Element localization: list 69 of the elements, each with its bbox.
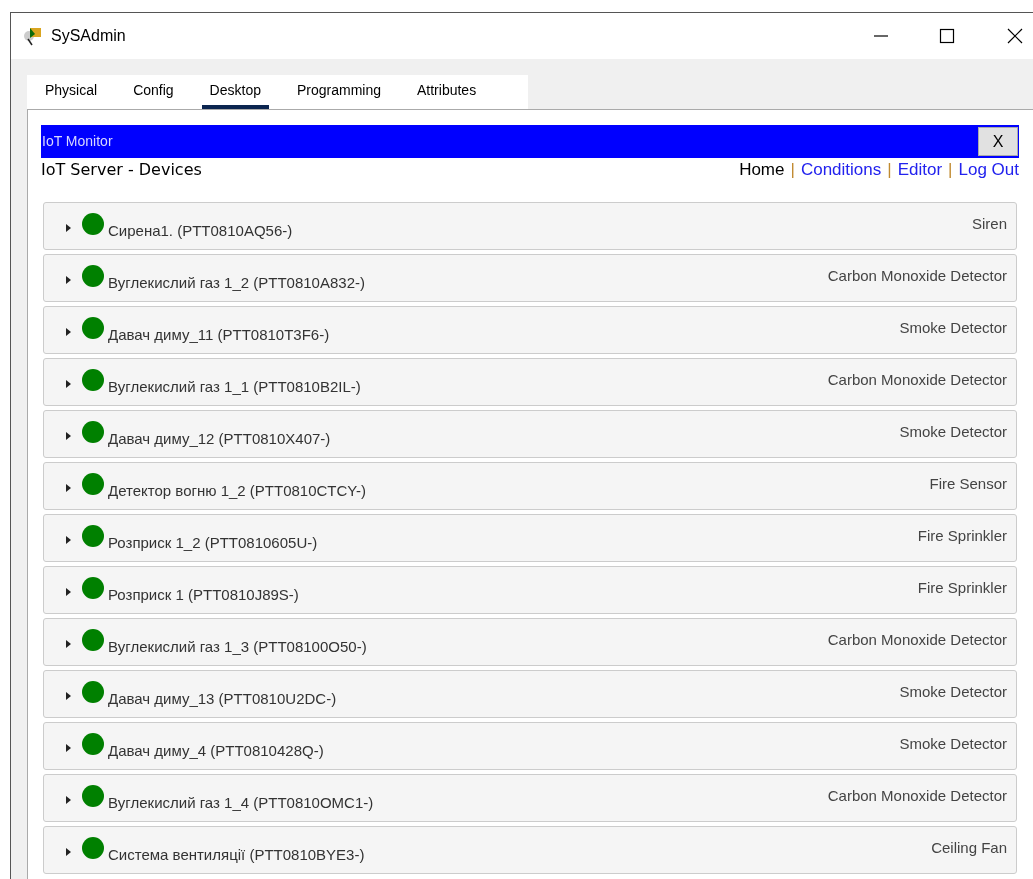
tab[interactable]: Physical: [37, 75, 106, 109]
app-title: IoT Monitor: [42, 132, 113, 151]
device-type: Ceiling Fan: [931, 838, 1007, 858]
expand-icon[interactable]: [64, 327, 72, 337]
device-row[interactable]: Давач диму_4 (PTT0810428Q-) Smoke Detector: [43, 722, 1017, 770]
device-type: Carbon Monoxide Detector: [827, 786, 1007, 806]
expand-icon[interactable]: [64, 379, 72, 389]
nav-link[interactable]: Log Out: [958, 157, 1019, 183]
device-type: Smoke Detector: [899, 422, 1007, 442]
device-type: Smoke Detector: [899, 734, 1007, 754]
device-name: Система вентиляції (PTT0810BYE3-): [108, 845, 365, 865]
device-row[interactable]: Давач диму_11 (PTT0810T3F6-) Smoke Detector: [43, 306, 1017, 354]
device-row[interactable]: Давач диму_13 (PTT0810U2DC-) Smoke Detector: [43, 670, 1017, 718]
nav-link[interactable]: Conditions: [800, 157, 882, 183]
expand-icon[interactable]: [64, 847, 72, 857]
maximize-icon[interactable]: [939, 28, 955, 44]
device-name: Вуглекислий газ 1_1 (PTT0810B2IL-): [108, 377, 361, 397]
device-row[interactable]: Система вентиляції (PTT0810BYE3-) Ceiling Fan: [43, 826, 1017, 874]
device-row[interactable]: Вуглекислий газ 1_2 (PTT0810A832-) Carbon Monoxide Detector: [43, 254, 1017, 302]
device-type: Smoke Detector: [899, 682, 1007, 702]
device-name: Давач диму_13 (PTT0810U2DC-): [108, 689, 337, 709]
close-icon[interactable]: [1007, 28, 1023, 44]
device-name: Сирена1. (PTT0810AQ56-): [108, 221, 293, 241]
device-row[interactable]: Вуглекислий газ 1_1 (PTT0810B2IL-) Carbon Monoxide Detector: [43, 358, 1017, 406]
device-name: Розприск 1_2 (PTT0810605U-): [108, 533, 318, 553]
expand-icon[interactable]: [64, 275, 72, 285]
page-heading: IoT Server - Devices: [41, 159, 202, 181]
device-name: Вуглекислий газ 1_4 (PTT0810OMC1-): [108, 793, 374, 813]
device-type: Carbon Monoxide Detector: [827, 370, 1007, 390]
expand-icon[interactable]: [64, 535, 72, 545]
device-name: Детектор вогню 1_2 (PTT0810CTCY-): [108, 481, 366, 501]
device-row[interactable]: Вуглекислий газ 1_4 (PTT0810OMC1-) Carbon Monoxide Detector: [43, 774, 1017, 822]
device-type: Siren: [971, 214, 1007, 234]
expand-icon[interactable]: [64, 639, 72, 649]
device-type: Carbon Monoxide Detector: [827, 266, 1007, 286]
nav-separator: |: [790, 159, 795, 182]
device-name: Розприск 1 (PTT0810J89S-): [108, 585, 299, 605]
device-name: Вуглекислий газ 1_3 (PTT08100O50-): [108, 637, 367, 657]
nav-link[interactable]: Home: [739, 157, 785, 183]
device-type: Carbon Monoxide Detector: [827, 630, 1007, 650]
expand-icon[interactable]: [64, 743, 72, 753]
device-row[interactable]: Давач диму_12 (PTT0810X407-) Smoke Detector: [43, 410, 1017, 458]
expand-icon[interactable]: [64, 431, 72, 441]
device-type: Fire Sprinkler: [917, 578, 1007, 598]
expand-icon[interactable]: [64, 691, 72, 701]
device-name: Вуглекислий газ 1_2 (PTT0810A832-): [108, 273, 365, 293]
expand-icon[interactable]: [64, 483, 72, 493]
device-row[interactable]: Вуглекислий газ 1_3 (PTT08100O50-) Carbon Monoxide Detector: [43, 618, 1017, 666]
tab[interactable]: Programming: [288, 75, 389, 109]
device-type: Fire Sprinkler: [917, 526, 1007, 546]
window-title: SySAdmin: [51, 26, 126, 46]
device-type: Fire Sensor: [929, 474, 1007, 494]
nav-separator: |: [948, 159, 953, 182]
device-row[interactable]: Сирена1. (PTT0810AQ56-) Siren: [43, 202, 1017, 250]
device-name: Давач диму_4 (PTT0810428Q-): [108, 741, 324, 761]
device-name: Давач диму_11 (PTT0810T3F6-): [108, 325, 330, 345]
tab[interactable]: Attributes: [409, 75, 485, 109]
device-row[interactable]: Детектор вогню 1_2 (PTT0810CTCY-) Fire Sensor: [43, 462, 1017, 510]
nav-link[interactable]: Editor: [897, 157, 943, 183]
device-type: Smoke Detector: [899, 318, 1007, 338]
app-close-button[interactable]: X: [978, 127, 1018, 156]
device-row[interactable]: Розприск 1_2 (PTT0810605U-) Fire Sprinkler: [43, 514, 1017, 562]
nav-separator: |: [887, 159, 892, 182]
expand-icon[interactable]: [64, 223, 72, 233]
tab[interactable]: Config: [125, 75, 182, 109]
expand-icon[interactable]: [64, 795, 72, 805]
device-name: Давач диму_12 (PTT0810X407-): [108, 429, 331, 449]
expand-icon[interactable]: [64, 587, 72, 597]
device-row[interactable]: Розприск 1 (PTT0810J89S-) Fire Sprinkler: [43, 566, 1017, 614]
